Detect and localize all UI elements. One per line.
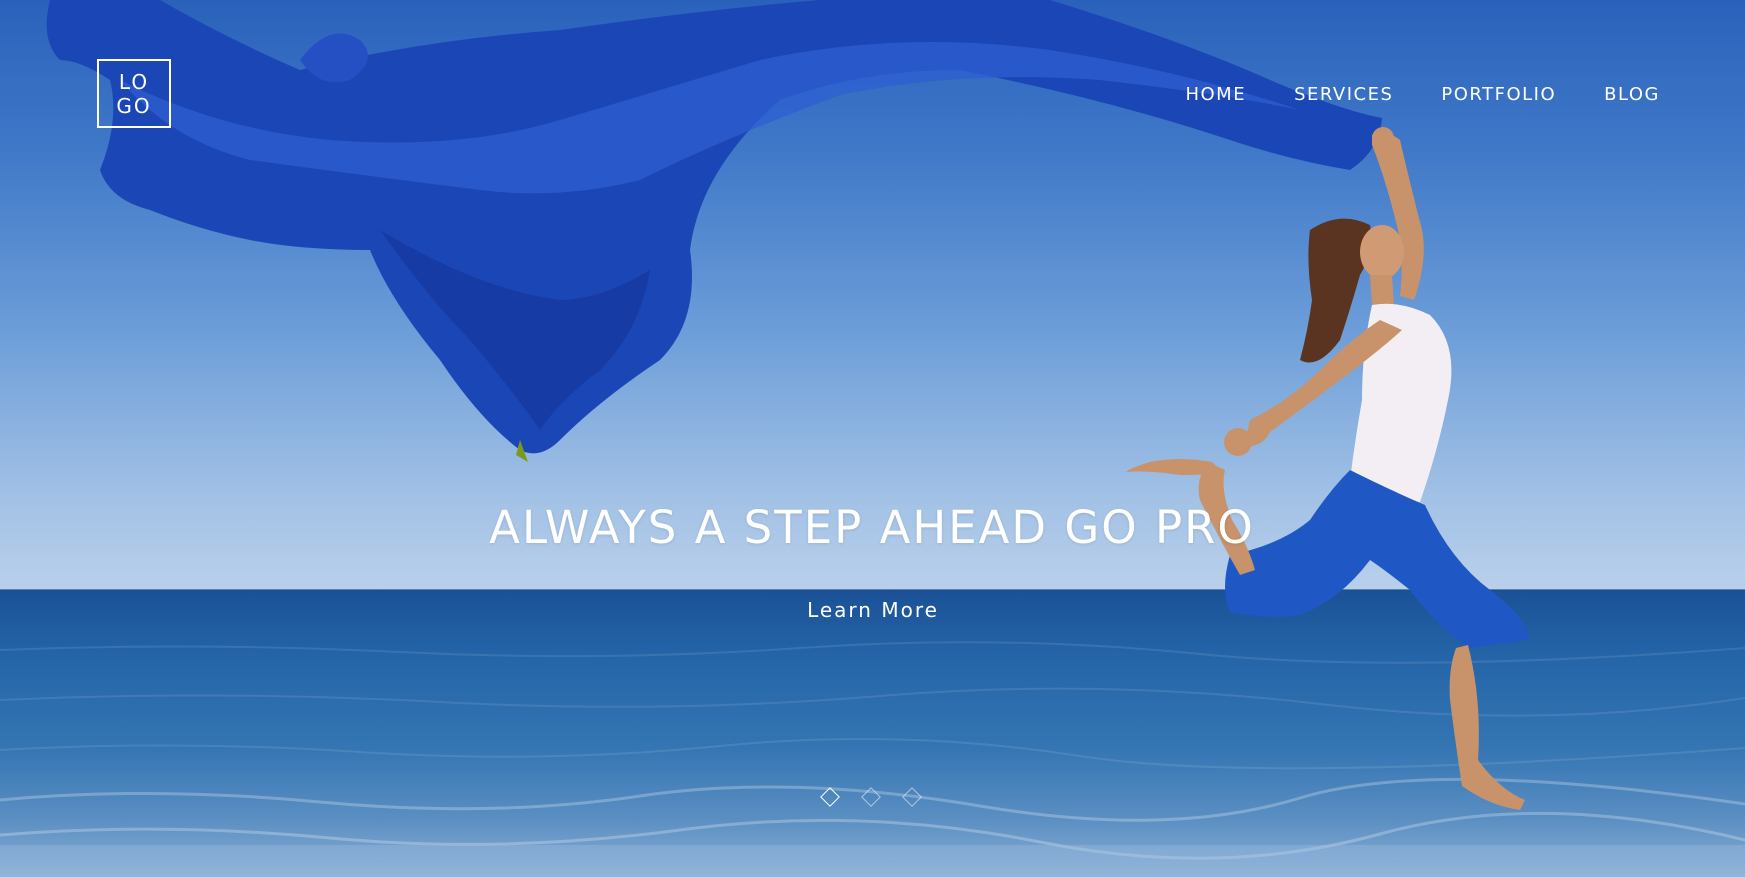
learn-more-button[interactable]: Learn More: [773, 594, 973, 626]
hero-headline: ALWAYS A STEP AHEAD GO PRO: [489, 501, 1255, 554]
nav-item-blog[interactable]: BLOG: [1604, 80, 1660, 110]
nav-item-portfolio[interactable]: PORTFOLIO: [1441, 80, 1556, 110]
logo-line1: LO: [118, 70, 150, 94]
nav-item-home[interactable]: HOME: [1185, 80, 1246, 110]
scene-illustration: [46, 0, 1529, 810]
nav-item-services[interactable]: SERVICES: [1294, 80, 1393, 110]
slider-dot-2[interactable]: [861, 787, 881, 807]
fabric-shape: [46, 0, 1383, 462]
main-nav: HOME SERVICES PORTFOLIO BLOG: [1140, 80, 1660, 110]
woman-figure: [1126, 127, 1529, 810]
logo[interactable]: LO GO: [97, 59, 171, 128]
slider-dots: [819, 786, 929, 808]
hero-section: LO GO HOME SERVICES PORTFOLIO BLOG ALWAY…: [0, 0, 1745, 877]
logo-line2: GO: [116, 94, 152, 118]
slider-dot-1[interactable]: [820, 787, 840, 807]
slider-dot-3[interactable]: [902, 787, 922, 807]
